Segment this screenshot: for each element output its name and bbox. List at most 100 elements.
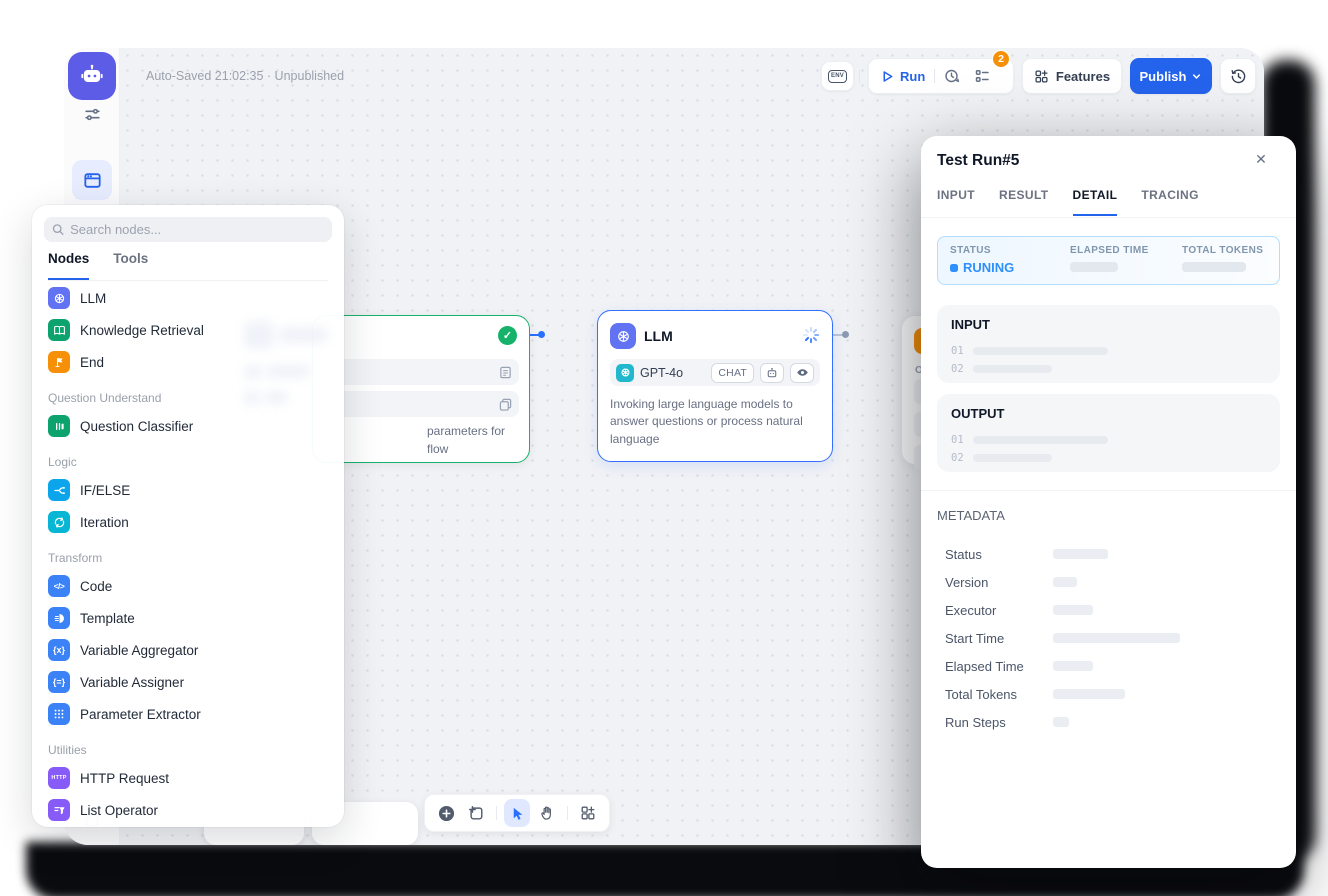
node-item-parameter-extractor[interactable]: Parameter Extractor bbox=[40, 698, 336, 730]
group-divider bbox=[934, 69, 935, 83]
port-llm-in[interactable] bbox=[538, 331, 545, 338]
end-flag-icon bbox=[48, 351, 70, 373]
section-logic: Logic bbox=[40, 450, 336, 474]
output-card: OUTPUT 01 02 bbox=[937, 394, 1280, 472]
copy-docs-icon bbox=[499, 398, 512, 411]
running-dot-icon bbox=[950, 264, 958, 272]
value-skeleton bbox=[1053, 689, 1125, 699]
node-item-http-request[interactable]: HTTP Request bbox=[40, 762, 336, 794]
paragraph-icon bbox=[499, 366, 512, 379]
model-selector[interactable]: GPT-4o CHAT bbox=[610, 359, 820, 386]
env-button[interactable] bbox=[821, 61, 854, 91]
metadata-row: Run Steps bbox=[945, 708, 1280, 736]
tab-tracing[interactable]: TRACING bbox=[1141, 188, 1198, 216]
tab-result[interactable]: RESULT bbox=[999, 188, 1049, 216]
tab-tools[interactable]: Tools bbox=[113, 251, 148, 280]
play-icon bbox=[881, 70, 894, 83]
node-item-variable-aggregator[interactable]: Variable Aggregator bbox=[40, 634, 336, 666]
hand-mode-button[interactable] bbox=[534, 799, 560, 827]
checklist-button[interactable] bbox=[974, 68, 990, 84]
value-skeleton bbox=[1053, 605, 1093, 615]
input-row: 02 bbox=[951, 360, 1266, 378]
node-item-variable-assigner[interactable]: Variable Assigner bbox=[40, 666, 336, 698]
output-title: OUTPUT bbox=[951, 406, 1266, 421]
run-panel-tabs: INPUT RESULT DETAIL TRACING bbox=[937, 188, 1199, 216]
features-label: Features bbox=[1056, 69, 1110, 84]
publish-label: Publish bbox=[1140, 69, 1187, 84]
status-card: STATUS RUNING ELAPSED TIME TOTAL TOKENS bbox=[937, 236, 1280, 285]
close-icon[interactable]: ✕ bbox=[1251, 149, 1271, 169]
chevron-down-icon bbox=[1191, 71, 1202, 82]
node-search-box[interactable] bbox=[44, 217, 332, 242]
node-item-code[interactable]: Code bbox=[40, 570, 336, 602]
node-item-knowledge-retrieval[interactable]: Knowledge Retrieval bbox=[40, 314, 336, 346]
http-icon bbox=[48, 767, 70, 789]
page: ✓ parameters for flow LLM bbox=[0, 0, 1328, 896]
robot-app-icon[interactable] bbox=[68, 52, 116, 100]
topbar-divider bbox=[859, 70, 860, 83]
input-card: INPUT 01 02 bbox=[937, 305, 1280, 383]
checklist-icon bbox=[974, 68, 990, 84]
metadata-row: Executor bbox=[945, 596, 1280, 624]
value-skeleton bbox=[1053, 633, 1180, 643]
window-icon[interactable] bbox=[72, 160, 112, 200]
start-node-description: parameters for flow bbox=[427, 422, 505, 458]
add-note-button[interactable] bbox=[463, 799, 489, 827]
palette-tabs: Nodes Tools bbox=[48, 251, 328, 281]
node-item-template[interactable]: Template bbox=[40, 602, 336, 634]
run-panel-title: Test Run#5 bbox=[937, 152, 1019, 170]
history-icon bbox=[1230, 68, 1247, 85]
search-input[interactable] bbox=[70, 222, 324, 237]
node-item-end[interactable]: End bbox=[40, 346, 336, 378]
metadata-row: Version bbox=[945, 568, 1280, 596]
pointer-mode-button[interactable] bbox=[504, 799, 530, 827]
code-icon bbox=[48, 575, 70, 597]
publish-button[interactable]: Publish bbox=[1130, 58, 1212, 94]
metadata-row: Start Time bbox=[945, 624, 1280, 652]
autosave-status: Auto-Saved 21:02:35 · Unpublished bbox=[146, 69, 344, 83]
success-check-icon: ✓ bbox=[498, 326, 517, 345]
tokens-skeleton bbox=[1182, 262, 1246, 272]
history-button[interactable] bbox=[1220, 58, 1256, 94]
run-button[interactable]: Run bbox=[881, 69, 925, 84]
list-operator-icon bbox=[48, 799, 70, 821]
organize-nodes-button[interactable] bbox=[575, 799, 601, 827]
node-item-list-operator[interactable]: List Operator bbox=[40, 794, 336, 826]
section-transform: Transform bbox=[40, 546, 336, 570]
start-field-row[interactable] bbox=[325, 359, 519, 385]
port-end-in[interactable] bbox=[842, 331, 849, 338]
node-item-llm[interactable]: LLM bbox=[40, 282, 336, 314]
tab-detail[interactable]: DETAIL bbox=[1073, 188, 1118, 216]
elapsed-time-label: ELAPSED TIME bbox=[1070, 245, 1182, 256]
elapsed-skeleton bbox=[1070, 262, 1118, 272]
start-field-row[interactable] bbox=[325, 391, 519, 417]
metadata-row: Total Tokens bbox=[945, 680, 1280, 708]
node-item-question-classifier[interactable]: Question Classifier bbox=[40, 410, 336, 442]
value-skeleton bbox=[1053, 549, 1108, 559]
sliders-icon[interactable] bbox=[82, 104, 102, 124]
node-item-iteration[interactable]: Iteration bbox=[40, 506, 336, 538]
robot-badge-icon bbox=[760, 363, 784, 383]
add-node-button[interactable] bbox=[433, 799, 459, 827]
tab-nodes[interactable]: Nodes bbox=[48, 251, 89, 280]
llm-node-description: Invoking large language models to answer… bbox=[610, 396, 820, 448]
node-list: LLM Knowledge Retrieval End Question Und… bbox=[40, 282, 336, 826]
llm-node[interactable]: LLM GPT-4o CHAT bbox=[597, 310, 833, 462]
features-button[interactable]: Features bbox=[1022, 58, 1122, 94]
openai-icon bbox=[616, 364, 634, 382]
node-item-if-else[interactable]: IF/ELSE bbox=[40, 474, 336, 506]
input-row: 01 bbox=[951, 342, 1266, 360]
checklist-count-badge: 2 bbox=[992, 50, 1010, 68]
toolbar-divider bbox=[567, 806, 568, 820]
line-skeleton bbox=[973, 347, 1108, 355]
gpt-icon bbox=[610, 323, 636, 349]
value-skeleton bbox=[1053, 661, 1093, 671]
start-node[interactable]: ✓ parameters for flow bbox=[312, 315, 530, 463]
tab-input[interactable]: INPUT bbox=[937, 188, 975, 216]
schedule-button[interactable] bbox=[944, 68, 960, 84]
variable-assigner-icon bbox=[48, 671, 70, 693]
variable-aggregator-icon bbox=[48, 639, 70, 661]
total-tokens-label: TOTAL TOKENS bbox=[1182, 245, 1263, 256]
tabs-divider bbox=[921, 217, 1296, 218]
section-utilities: Utilities bbox=[40, 738, 336, 762]
